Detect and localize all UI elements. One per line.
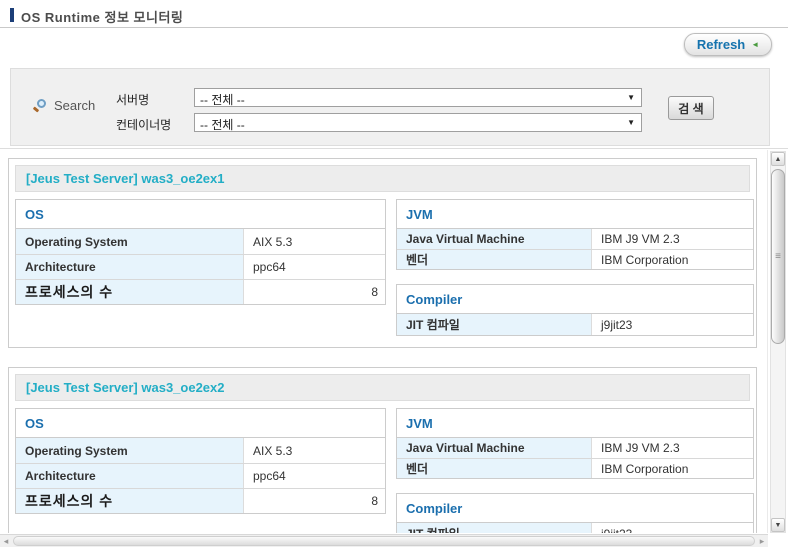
compiler-table: Compiler JIT 컴파일 j9jit23 bbox=[396, 284, 754, 336]
jvm-table-title: JVM bbox=[397, 409, 753, 438]
page-header: OS Runtime 정보 모니터링 bbox=[0, 0, 788, 28]
row-value: ppc64 bbox=[244, 464, 385, 488]
refresh-button-label: Refresh bbox=[697, 37, 745, 52]
row-label: Java Virtual Machine bbox=[397, 438, 592, 458]
vertical-scrollbar[interactable]: ▲ ≡ ▼ bbox=[770, 151, 786, 533]
horizontal-scrollbar[interactable]: ◂ ▸ bbox=[0, 534, 768, 547]
row-label: Architecture bbox=[16, 464, 244, 488]
chevron-down-icon: ▼ bbox=[627, 93, 635, 102]
compiler-table-title: Compiler bbox=[397, 285, 753, 314]
row-value: AIX 5.3 bbox=[244, 438, 385, 463]
table-row: 벤더 IBM Corporation bbox=[397, 249, 753, 269]
row-label: Architecture bbox=[16, 255, 244, 279]
row-value: j9jit23 bbox=[592, 314, 753, 335]
server-name-field-row: 서버명 -- 전체 -- ▼ bbox=[11, 88, 769, 107]
row-value: IBM Corporation bbox=[592, 250, 753, 269]
table-row: Architecture ppc64 bbox=[16, 254, 385, 279]
scroll-right-button[interactable]: ▸ bbox=[756, 535, 768, 547]
server-panel-header: [Jeus Test Server] was3_oe2ex1 bbox=[15, 165, 750, 192]
table-row: Operating System AIX 5.3 bbox=[16, 438, 385, 463]
table-row: Java Virtual Machine IBM J9 VM 2.3 bbox=[397, 229, 753, 249]
results-scroll-area: [Jeus Test Server] was3_oe2ex1 OS Operat… bbox=[0, 148, 788, 546]
os-table: OS Operating System AIX 5.3 Architecture… bbox=[15, 199, 386, 305]
row-value: 8 bbox=[244, 280, 385, 304]
os-table-title: OS bbox=[16, 200, 385, 229]
page-title: OS Runtime 정보 모니터링 bbox=[21, 7, 183, 26]
os-table-title: OS bbox=[16, 409, 385, 438]
row-value: IBM J9 VM 2.3 bbox=[592, 438, 753, 458]
row-value: ppc64 bbox=[244, 255, 385, 279]
scroll-down-button[interactable]: ▼ bbox=[771, 518, 785, 532]
table-row: 벤더 IBM Corporation bbox=[397, 458, 753, 478]
refresh-button[interactable]: Refresh ◄ bbox=[684, 33, 772, 56]
compiler-table-title: Compiler bbox=[397, 494, 753, 523]
table-row: JIT 컴파일 j9jit23 bbox=[397, 523, 753, 533]
row-value: AIX 5.3 bbox=[244, 229, 385, 254]
server-panel-was3_oe2ex1: [Jeus Test Server] was3_oe2ex1 OS Operat… bbox=[8, 158, 757, 348]
table-row: 프로세스의 수 8 bbox=[16, 279, 385, 304]
row-label: Operating System bbox=[16, 438, 244, 463]
container-name-field-row: 컨테이너명 -- 전체 -- ▼ bbox=[11, 113, 769, 132]
scroll-up-button[interactable]: ▲ bbox=[771, 152, 785, 166]
title-accent-bar bbox=[10, 8, 14, 22]
row-value: j9jit23 bbox=[592, 523, 753, 533]
row-value: 8 bbox=[244, 489, 385, 513]
os-table: OS Operating System AIX 5.3 Architecture… bbox=[15, 408, 386, 514]
row-label: 벤더 bbox=[397, 250, 592, 269]
row-label: JIT 컴파일 bbox=[397, 314, 592, 335]
row-label: 프로세스의 수 bbox=[16, 489, 244, 513]
refresh-arrow-icon: ◄ bbox=[751, 41, 759, 49]
search-panel: Search 서버명 -- 전체 -- ▼ 컨테이너명 -- 전체 -- ▼ 검… bbox=[10, 68, 770, 146]
row-label: Operating System bbox=[16, 229, 244, 254]
table-row: JIT 컴파일 j9jit23 bbox=[397, 314, 753, 335]
scroll-left-button[interactable]: ◂ bbox=[0, 535, 12, 547]
jvm-table: JVM Java Virtual Machine IBM J9 VM 2.3 벤… bbox=[396, 408, 754, 479]
container-name-select-value: -- 전체 -- bbox=[200, 116, 245, 133]
row-label: JIT 컴파일 bbox=[397, 523, 592, 533]
server-panel-title: [Jeus Test Server] was3_oe2ex2 bbox=[26, 380, 225, 395]
horizontal-scrollbar-thumb[interactable] bbox=[13, 536, 755, 546]
row-value: IBM Corporation bbox=[592, 459, 753, 478]
server-name-select[interactable]: -- 전체 -- ▼ bbox=[194, 88, 642, 107]
row-label: Java Virtual Machine bbox=[397, 229, 592, 249]
table-row: 프로세스의 수 8 bbox=[16, 488, 385, 513]
row-label: 프로세스의 수 bbox=[16, 280, 244, 304]
container-name-select[interactable]: -- 전체 -- ▼ bbox=[194, 113, 642, 132]
search-submit-button[interactable]: 검 색 bbox=[668, 96, 714, 120]
row-label: 벤더 bbox=[397, 459, 592, 478]
table-row: Architecture ppc64 bbox=[16, 463, 385, 488]
jvm-table-title: JVM bbox=[397, 200, 753, 229]
server-name-select-value: -- 전체 -- bbox=[200, 91, 245, 108]
server-panel-was3_oe2ex2: [Jeus Test Server] was3_oe2ex2 OS Operat… bbox=[8, 367, 757, 533]
server-panel-title: [Jeus Test Server] was3_oe2ex1 bbox=[26, 171, 225, 186]
chevron-down-icon: ▼ bbox=[627, 118, 635, 127]
jvm-table: JVM Java Virtual Machine IBM J9 VM 2.3 벤… bbox=[396, 199, 754, 270]
table-row: Operating System AIX 5.3 bbox=[16, 229, 385, 254]
results-content: [Jeus Test Server] was3_oe2ex1 OS Operat… bbox=[0, 150, 768, 533]
server-panel-header: [Jeus Test Server] was3_oe2ex2 bbox=[15, 374, 750, 401]
vertical-scrollbar-thumb[interactable]: ≡ bbox=[771, 169, 785, 344]
compiler-table: Compiler JIT 컴파일 j9jit23 bbox=[396, 493, 754, 533]
row-value: IBM J9 VM 2.3 bbox=[592, 229, 753, 249]
table-row: Java Virtual Machine IBM J9 VM 2.3 bbox=[397, 438, 753, 458]
container-name-label: 컨테이너명 bbox=[116, 116, 171, 133]
server-name-label: 서버명 bbox=[116, 91, 149, 108]
